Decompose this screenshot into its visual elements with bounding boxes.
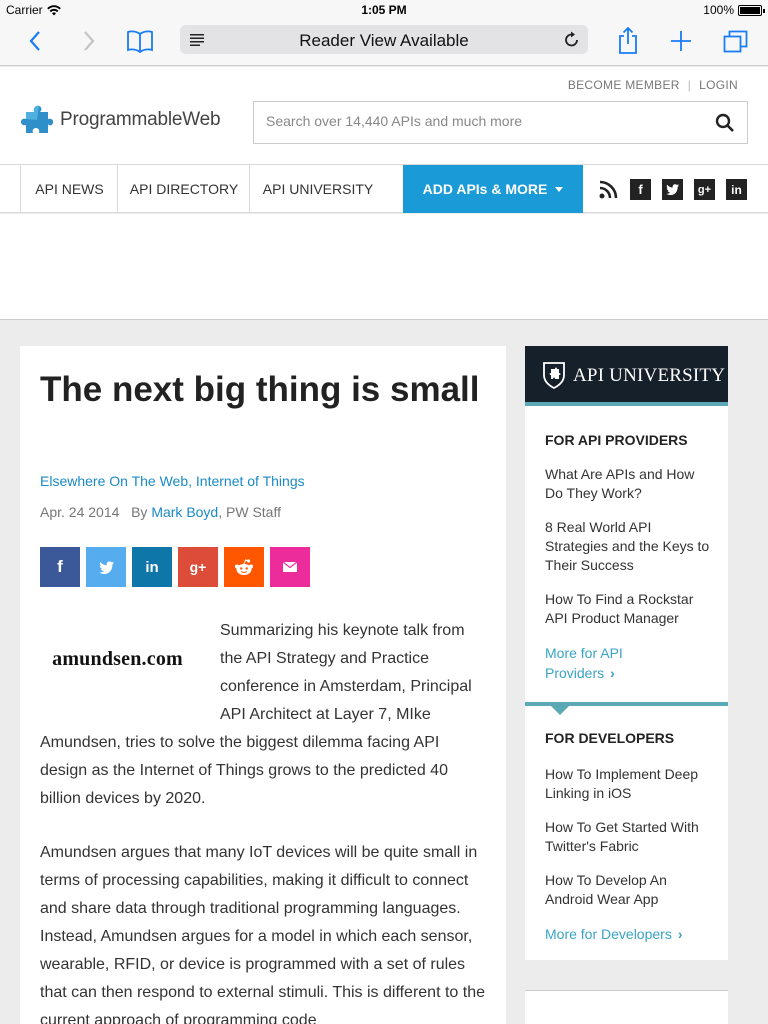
article-categories: Elsewhere On The Web, Internet of Things	[40, 473, 305, 489]
puzzle-logo-icon	[21, 105, 54, 133]
category-link[interactable]: Internet of Things	[196, 473, 305, 489]
google-plus-icon: g+	[189, 559, 207, 575]
tabs-button[interactable]	[722, 26, 750, 56]
search-input[interactable]	[266, 113, 706, 129]
author-role: , PW Staff	[218, 504, 281, 520]
chevron-right-icon: ›	[610, 665, 615, 681]
chevron-left-icon	[29, 31, 40, 51]
address-text: Reader View Available	[299, 31, 469, 50]
twitter-icon[interactable]	[662, 179, 683, 200]
site-logo[interactable]: ProgrammableWeb	[20, 103, 221, 137]
share-reddit-button[interactable]	[224, 547, 264, 587]
battery-percent: 100%	[703, 3, 734, 17]
api-university-header[interactable]: API UNIVERSITY	[525, 346, 728, 415]
category-link[interactable]: Elsewhere On The Web	[40, 473, 188, 489]
providers-panel: FOR API PROVIDERS What Are APIs and How …	[525, 406, 728, 702]
category-separator: ,	[188, 473, 196, 489]
pointer-decoration	[551, 706, 569, 715]
share-icon	[619, 27, 637, 54]
sidebar-link[interactable]: How To Find a Rockstar API Product Manag…	[545, 590, 715, 628]
article-meta: Apr. 24 2014 By Mark Boyd, PW Staff	[40, 504, 281, 520]
share-google-plus-button[interactable]: g+	[178, 547, 218, 587]
tabs-icon	[723, 30, 748, 53]
become-member-link[interactable]: BECOME MEMBER	[568, 78, 680, 92]
linkedin-icon[interactable]: in	[726, 179, 747, 200]
article: The next big thing is small Elsewhere On…	[20, 346, 506, 1024]
api-university-title: API UNIVERSITY	[573, 365, 726, 386]
caret-down-icon	[555, 186, 564, 192]
logo-text: ProgrammableWeb	[60, 109, 221, 130]
share-linkedin-button[interactable]: in	[132, 547, 172, 587]
article-paragraph: Amundsen argues that many IoT devices wi…	[40, 844, 485, 1024]
ad-banner-area	[0, 214, 768, 320]
add-apis-label: ADD APIs & MORE	[422, 181, 548, 197]
more-developers-label: More for Developers	[545, 926, 672, 942]
battery-icon	[738, 4, 765, 16]
login-link[interactable]: LOGIN	[699, 78, 738, 92]
sidebar-link[interactable]: 8 Real World API Strategies and the Keys…	[545, 518, 715, 575]
book-icon	[127, 30, 153, 53]
address-bar[interactable]: Reader View Available	[180, 25, 588, 54]
reddit-icon	[235, 558, 253, 575]
more-developers-link[interactable]: More for Developers ›	[545, 924, 725, 944]
article-paragraph: Summarizing his keynote talk from the AP…	[40, 617, 490, 813]
status-bar: Carrier 1:05 PM 100%	[0, 0, 768, 20]
google-plus-icon[interactable]: g+	[694, 179, 715, 200]
chevron-right-icon: ›	[677, 926, 683, 942]
sidebar-link[interactable]: How To Get Started With Twitter's Fabric	[545, 818, 715, 856]
email-icon	[283, 562, 297, 572]
share-facebook-button[interactable]: f	[40, 547, 80, 587]
clock: 1:05 PM	[361, 3, 407, 17]
forward-button[interactable]	[76, 26, 102, 56]
reload-icon[interactable]	[564, 31, 580, 48]
article-title: The next big thing is small	[40, 370, 480, 409]
author-link[interactable]: Mark Boyd	[151, 504, 218, 520]
sidebar-link[interactable]: What Are APIs and How Do They Work?	[545, 465, 715, 503]
search-box	[253, 101, 748, 144]
sidebar-next-panel	[525, 990, 728, 1024]
browser-toolbar: Reader View Available	[0, 20, 768, 66]
article-date: Apr. 24 2014	[40, 504, 120, 520]
back-button[interactable]	[22, 26, 48, 56]
sidebar-link[interactable]: How To Implement Deep Linking in iOS	[545, 765, 715, 803]
share-twitter-button[interactable]	[86, 547, 126, 587]
developers-panel: FOR DEVELOPERS How To Implement Deep Lin…	[525, 702, 728, 960]
shield-icon	[543, 362, 565, 389]
sidebar-link[interactable]: How To Develop An Android Wear App	[545, 871, 715, 909]
battery-indicator: 100%	[703, 3, 765, 17]
share-email-button[interactable]	[270, 547, 310, 587]
search-icon[interactable]	[715, 113, 735, 133]
developers-heading: FOR DEVELOPERS	[545, 730, 675, 746]
plus-icon	[671, 31, 691, 51]
linkedin-icon: in	[145, 558, 159, 576]
divider: |	[687, 78, 692, 92]
bookmarks-button[interactable]	[124, 26, 156, 56]
add-apis-button[interactable]: ADD APIs & MORE	[403, 165, 583, 213]
new-tab-button[interactable]	[668, 26, 694, 56]
byline-prefix: By	[131, 504, 148, 520]
account-links: BECOME MEMBER | LOGIN	[568, 78, 738, 92]
nav-item-api-directory[interactable]: API DIRECTORY	[117, 165, 250, 212]
share-button[interactable]	[614, 26, 642, 56]
chevron-right-icon	[84, 31, 95, 51]
more-providers-link[interactable]: More for API Providers ›	[545, 643, 655, 683]
site-header: BECOME MEMBER | LOGIN ProgrammableWeb	[0, 67, 768, 165]
twitter-icon	[98, 560, 114, 574]
nav-item-api-news[interactable]: API NEWS	[20, 165, 118, 212]
facebook-icon[interactable]: f	[630, 179, 651, 200]
rss-icon[interactable]	[598, 179, 619, 200]
main-nav: API NEWS API DIRECTORY API UNIVERSITY AD…	[0, 165, 768, 213]
providers-heading: FOR API PROVIDERS	[545, 432, 688, 448]
facebook-icon: f	[57, 557, 63, 576]
nav-item-api-university[interactable]: API UNIVERSITY	[249, 165, 386, 212]
